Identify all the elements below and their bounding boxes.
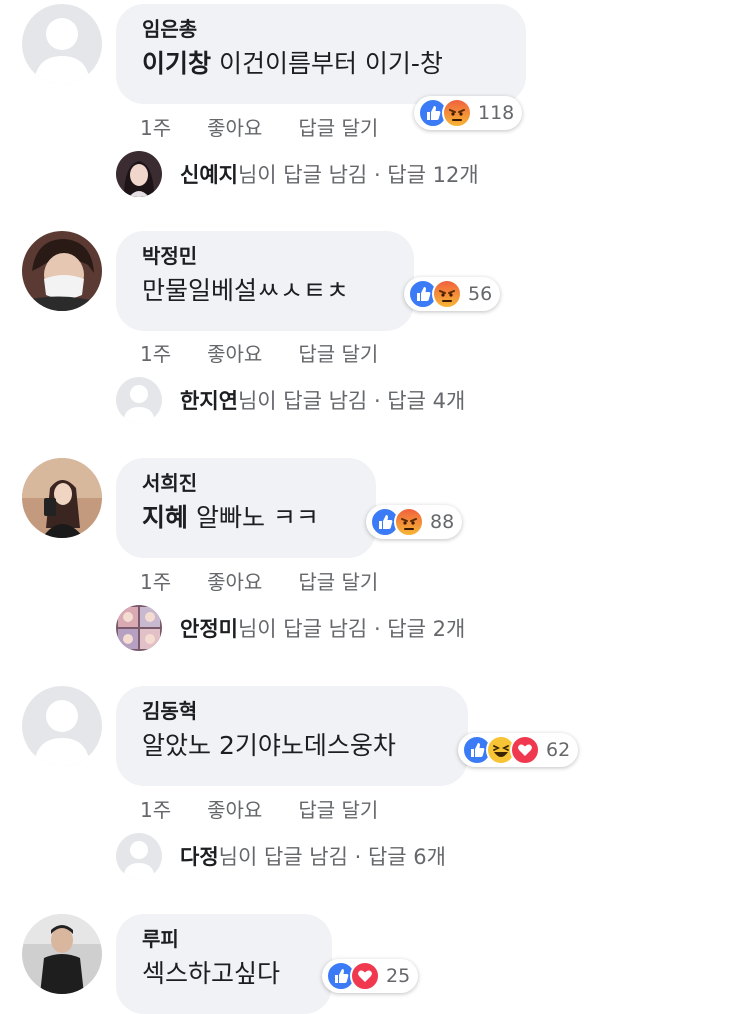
comment-text: 이기창 이건이름부터 이기-창 [142, 49, 443, 78]
reaction-count: 88 [430, 511, 455, 533]
reaction-summary[interactable]: 56 [404, 277, 501, 311]
avatar[interactable] [22, 914, 102, 994]
reply-summary: 다정님이 답글 남김 · 답글 6개 [180, 845, 446, 869]
reply-button[interactable]: 답글 달기 [298, 112, 378, 141]
love-icon [510, 735, 540, 765]
reply-summary: 신예지님이 답글 남김 · 답글 12개 [180, 163, 479, 187]
comment-author[interactable]: 서희진 [142, 470, 350, 496]
profile-photo [22, 914, 102, 994]
avatar[interactable] [22, 231, 102, 311]
profile-photo [22, 231, 102, 311]
reply-count[interactable]: · 답글 4개 [374, 389, 465, 413]
comment-actions: 1주 좋아요 답글 달기 [140, 794, 414, 823]
timestamp[interactable]: 1주 [140, 338, 171, 367]
reply-summary: 안정미님이 답글 남김 · 답글 2개 [180, 617, 466, 641]
comment-bubble: 임은총 이기창 이건이름부터 이기-창 [116, 4, 526, 104]
timestamp[interactable]: 1주 [140, 566, 171, 595]
tagged-name[interactable]: 지혜 [142, 503, 188, 532]
like-button[interactable]: 좋아요 [207, 566, 262, 595]
reaction-count: 25 [386, 965, 411, 987]
comment-bubble: 박정민 만물일베설ㅆㅅㅌㅊ [116, 231, 414, 331]
reply-preview[interactable]: 신예지님이 답글 남김 · 답글 12개 [116, 151, 479, 197]
timestamp[interactable]: 1주 [140, 794, 171, 823]
timestamp[interactable]: 1주 [140, 112, 171, 141]
avatar[interactable] [22, 4, 102, 84]
profile-photo [22, 458, 102, 538]
like-button[interactable]: 좋아요 [207, 794, 262, 823]
love-icon [350, 961, 380, 991]
reaction-summary[interactable]: 88 [366, 505, 463, 539]
comment-author[interactable]: 박정민 [142, 243, 388, 269]
reaction-summary[interactable]: 62 [458, 733, 579, 767]
comment-author[interactable]: 임은총 [142, 16, 500, 42]
reply-count[interactable]: · 답글 6개 [355, 845, 446, 869]
default-avatar-icon [22, 686, 102, 766]
comment-author[interactable]: 김동혁 [142, 698, 442, 724]
angry-icon [394, 507, 424, 537]
reply-author[interactable]: 안정미 [180, 617, 238, 641]
comment-bubble: 김동혁 알았노 2기야노데스웅차 [116, 686, 468, 786]
reaction-count: 118 [478, 102, 515, 124]
reaction-summary[interactable]: 118 [414, 96, 523, 130]
comment-text: 지혜 알빠노 ㅋㅋ [142, 503, 319, 532]
like-button[interactable]: 좋아요 [207, 112, 262, 141]
default-avatar-icon [22, 4, 102, 84]
comment-actions: 1주 좋아요 답글 달기 [140, 112, 414, 141]
reply-avatar [116, 833, 162, 879]
angry-icon [442, 98, 472, 128]
reply-button[interactable]: 답글 달기 [298, 794, 378, 823]
reply-author[interactable]: 한지연 [180, 389, 238, 413]
reply-preview[interactable]: 한지연님이 답글 남김 · 답글 4개 [116, 377, 465, 423]
reply-button[interactable]: 답글 달기 [298, 338, 378, 367]
reply-count[interactable]: · 답글 2개 [374, 617, 465, 641]
avatar[interactable] [22, 686, 102, 766]
reply-author[interactable]: 신예지 [180, 163, 238, 187]
angry-icon [432, 279, 462, 309]
reply-preview[interactable]: 다정님이 답글 남김 · 답글 6개 [116, 833, 446, 879]
reaction-summary[interactable]: 25 [322, 959, 419, 993]
reply-author[interactable]: 다정 [180, 845, 219, 869]
tagged-name[interactable]: 이기창 [142, 49, 211, 78]
comment-bubble: 서희진 지혜 알빠노 ㅋㅋ [116, 458, 376, 558]
comment-text: 알았노 2기야노데스웅차 [142, 731, 396, 760]
reaction-count: 62 [546, 739, 571, 761]
reply-avatar [116, 151, 162, 197]
comment-actions: 1주 좋아요 답글 달기 [140, 338, 414, 367]
comment-text: 섹스하고싶다 [142, 959, 281, 988]
reply-avatar [116, 605, 162, 651]
comment-text: 만물일베설ㅆㅅㅌㅊ [142, 276, 350, 305]
comment-bubble: 루피 섹스하고싶다 [116, 914, 332, 1014]
reply-avatar [116, 377, 162, 423]
reply-button[interactable]: 답글 달기 [298, 566, 378, 595]
like-button[interactable]: 좋아요 [207, 338, 262, 367]
comment-author[interactable]: 루피 [142, 926, 306, 952]
reply-preview[interactable]: 안정미님이 답글 남김 · 답글 2개 [116, 605, 465, 651]
reaction-count: 56 [468, 283, 493, 305]
comment-actions: 1주 좋아요 답글 달기 [140, 566, 414, 595]
avatar[interactable] [22, 458, 102, 538]
reply-count[interactable]: · 답글 12개 [374, 163, 479, 187]
reply-summary: 한지연님이 답글 남김 · 답글 4개 [180, 389, 466, 413]
